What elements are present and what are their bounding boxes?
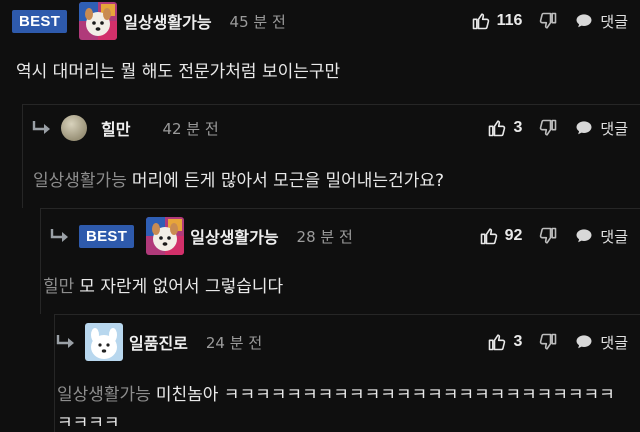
timestamp: 45 분 전: [229, 12, 286, 31]
comment-reply: BEST 일상생활가능 28 분 전 92 댓글 힐만 모 자란게 없어서 그렇습…: [40, 208, 640, 314]
dislike-button[interactable]: [538, 226, 558, 246]
avatar[interactable]: [79, 2, 117, 40]
like-count: 3: [513, 119, 523, 136]
comment-text: 일상생활가능 머리에 든게 많아서 모근을 밀어내는건가요?: [33, 167, 630, 195]
comment-header: 힐만 42 분 전 3 댓글: [23, 107, 640, 149]
speech-bubble-icon: [574, 332, 594, 352]
comment-reply: 힐만 42 분 전 3 댓글 일상생활가능 머리에 든게 많아서 모근을 밀어내는…: [22, 104, 640, 208]
comment-body: 머리에 든게 많아서 모근을 밀어내는건가요?: [131, 171, 445, 191]
like-button[interactable]: 3: [487, 332, 522, 352]
comment-header: BEST 일상생활가능 45 분 전 116 댓글: [0, 0, 640, 42]
timestamp: 42 분 전: [162, 119, 219, 138]
dislike-button[interactable]: [538, 332, 558, 352]
thumbs-down-icon: [538, 226, 558, 246]
like-button[interactable]: 92: [479, 226, 523, 246]
timestamp: 24 분 전: [205, 333, 263, 352]
comment-header: 일품진로 24 분 전 3 댓글: [55, 321, 640, 363]
author-name[interactable]: 일품진로: [129, 330, 188, 354]
comment-text: 역시 대머리는 뭘 해도 전문가처럼 보이는구만: [16, 58, 630, 86]
reply-button[interactable]: 댓글: [574, 226, 628, 247]
mention[interactable]: 일상생활가능: [57, 385, 151, 405]
avatar[interactable]: [61, 115, 87, 141]
reply-arrow-icon: [55, 334, 77, 350]
dislike-button[interactable]: [538, 11, 558, 31]
speech-bubble-icon: [574, 226, 594, 246]
like-button[interactable]: 116: [471, 11, 523, 31]
like-count: 3: [513, 333, 523, 350]
reply-label: 댓글: [600, 119, 628, 138]
comment-text: 힐만 모 자란게 없어서 그렇습니다: [43, 273, 630, 301]
speech-bubble-icon: [574, 11, 594, 31]
avatar[interactable]: [146, 217, 184, 255]
like-button[interactable]: 3: [487, 118, 522, 138]
thumbs-up-icon: [471, 11, 491, 31]
reply-label: 댓글: [600, 12, 628, 31]
comment-header: BEST 일상생활가능 28 분 전 92 댓글: [41, 215, 640, 257]
comment: BEST 일상생활가능 45 분 전 116 댓글 역시 대머리는 뭘 해도 전…: [0, 0, 640, 104]
like-count: 92: [504, 227, 523, 244]
timestamp: 28 분 전: [296, 227, 353, 246]
author-name[interactable]: 힐만: [101, 116, 130, 140]
comment-reply: 일품진로 24 분 전 3 댓글 일상생활가능 미친놈아 ㅋㅋㅋㅋㅋㅋㅋㅋㅋㅋㅋㅋ…: [54, 314, 640, 432]
reply-button[interactable]: 댓글: [574, 11, 628, 32]
mention[interactable]: 일상생활가능: [33, 171, 127, 191]
reply-label: 댓글: [600, 333, 628, 352]
dislike-button[interactable]: [538, 118, 558, 138]
mention[interactable]: 힐만: [43, 277, 74, 297]
reply-arrow-icon: [49, 228, 71, 244]
comment-body: 모 자란게 없어서 그렇습니다: [79, 277, 284, 297]
reply-button[interactable]: 댓글: [574, 332, 628, 353]
comment-actions: 3 댓글: [471, 107, 628, 149]
comment-actions: 116 댓글: [455, 0, 628, 42]
thumbs-up-icon: [479, 226, 499, 246]
comment-actions: 92 댓글: [463, 215, 628, 257]
reply-button[interactable]: 댓글: [574, 118, 628, 139]
author-name[interactable]: 일상생활가능: [190, 224, 278, 248]
best-badge: BEST: [79, 224, 135, 248]
comment-text: 일상생활가능 미친놈아 ㅋㅋㅋㅋㅋㅋㅋㅋㅋㅋㅋㅋㅋㅋㅋㅋㅋㅋㅋㅋㅋㅋㅋㅋㅋㅋㅋㅋㅋ: [57, 381, 630, 432]
thumbs-up-icon: [487, 332, 507, 352]
avatar[interactable]: [85, 323, 123, 361]
comment-body: 역시 대머리는 뭘 해도 전문가처럼 보이는구만: [16, 62, 341, 82]
speech-bubble-icon: [574, 118, 594, 138]
reply-label: 댓글: [600, 227, 628, 246]
author-name[interactable]: 일상생활가능: [123, 9, 211, 33]
thumbs-down-icon: [538, 11, 558, 31]
thumbs-down-icon: [538, 118, 558, 138]
reply-arrow-icon: [31, 120, 53, 136]
thumbs-up-icon: [487, 118, 507, 138]
thumbs-down-icon: [538, 332, 558, 352]
comment-actions: 3 댓글: [471, 321, 628, 363]
best-badge: BEST: [12, 9, 68, 33]
like-count: 116: [496, 12, 523, 29]
